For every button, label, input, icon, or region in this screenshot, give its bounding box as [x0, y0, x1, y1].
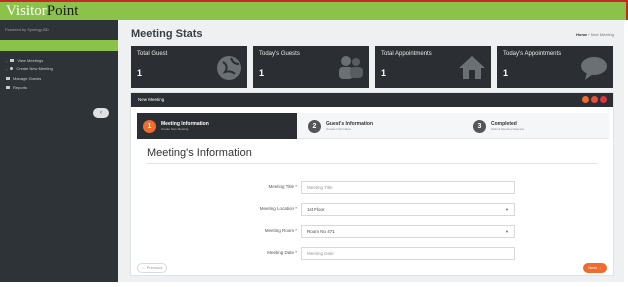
section-title: Meeting's Information	[147, 147, 252, 159]
step-subtitle: Submit Meeting Request	[491, 127, 524, 131]
sidebar-collapse-button[interactable]: ‹	[93, 108, 109, 118]
next-button[interactable]: Next →	[583, 263, 607, 273]
brand-name-part2: Point	[46, 3, 79, 19]
step-subtitle: Guests Information	[326, 127, 352, 131]
previous-button[interactable]: ← Previous	[137, 263, 167, 273]
stat-card-total-guest[interactable]: Total Guest 1	[131, 46, 247, 88]
sidebar-item-label: Create New Meeting	[16, 66, 53, 71]
bullet-dash: -	[6, 66, 8, 71]
globe-icon	[217, 56, 241, 80]
step-number: 2	[308, 119, 321, 133]
wizard-step-completed[interactable]: 3 Completed Submit Meeting Request	[467, 113, 607, 139]
panel-config-button[interactable]	[591, 96, 598, 103]
report-icon	[6, 86, 10, 89]
form-row-meeting-title: Meeting Title * Meeting Title	[131, 181, 615, 195]
meeting-date-input[interactable]: Meeting Date	[301, 247, 515, 260]
breadcrumb-home-link[interactable]: Home	[576, 32, 587, 37]
select-value: 1st Floor	[307, 207, 325, 212]
stat-card-total-appointments[interactable]: Total Appointments 1	[375, 46, 491, 88]
stat-label: Today's Guests	[259, 51, 300, 57]
chevron-down-icon: ▼	[505, 207, 509, 212]
meeting-title-input[interactable]: Meeting Title	[301, 181, 515, 194]
sidebar-item-reports[interactable]: Reports	[6, 85, 27, 90]
step-subtitle: Create New Meeting	[161, 127, 189, 131]
powered-by-text: Powered by Synergy-BD	[5, 27, 49, 32]
stat-label: Total Guest	[137, 51, 168, 57]
brand-logo[interactable]: VisitorPoint	[6, 3, 78, 20]
top-banner: VisitorPoint	[0, 0, 628, 20]
dot-icon	[10, 67, 14, 70]
stat-card-todays-appointments[interactable]: Today's Appointments 1	[497, 46, 613, 88]
select-value: Room No 471	[307, 229, 335, 234]
sidebar-item-label: View Meetings	[17, 58, 44, 63]
sidebar-item-view-meetings[interactable]: - View Meetings	[6, 58, 43, 63]
bottom-strip	[0, 282, 628, 287]
panel-collapse-button[interactable]	[582, 96, 589, 103]
meeting-location-select[interactable]: 1st Floor ▼	[301, 203, 515, 216]
chevron-down-icon: ▼	[505, 229, 509, 234]
wizard-step-meeting-info[interactable]: 1 Meeting Information Create New Meeting	[137, 113, 297, 139]
form-row-meeting-room: Meeting Room * Room No 471 ▼	[131, 225, 615, 239]
chat-icon	[581, 57, 607, 80]
panel-controls	[582, 96, 607, 103]
new-meeting-panel: New Meeting 1 Meeting Information Create…	[130, 92, 614, 276]
sidebar-item-create-meeting[interactable]: - Create New Meeting	[6, 66, 53, 71]
house-icon	[459, 56, 485, 79]
panel-header: New Meeting	[131, 93, 613, 107]
stat-card-todays-guests[interactable]: Today's Guests 1	[253, 46, 369, 88]
breadcrumb-separator: /	[588, 32, 590, 37]
page-title: Meeting Stats	[131, 28, 203, 40]
brand-name-part1: Visitor	[6, 3, 47, 19]
step-number: 1	[143, 119, 156, 133]
step-number: 3	[473, 119, 486, 133]
field-label: Meeting Location *	[259, 206, 297, 211]
stat-value: 1	[137, 68, 143, 78]
panel-close-button[interactable]	[600, 96, 607, 103]
breadcrumb-current: New Meeting	[590, 32, 614, 37]
form-row-meeting-date: Meeting Date * Meeting Date	[131, 247, 615, 261]
sidebar: Powered by Synergy-BD - View Meetings - …	[0, 20, 118, 282]
wizard-step-guest-info[interactable]: 2 Guest's Information Guests Information	[302, 113, 452, 139]
field-label: Meeting Title *	[268, 184, 297, 189]
section-divider	[147, 163, 597, 164]
sidebar-item-label: Manage Guests	[13, 76, 42, 81]
stat-value: 1	[381, 68, 387, 78]
sidebar-active-bar	[0, 40, 118, 51]
stat-label: Total Appointments	[381, 51, 432, 57]
field-label: Meeting Date *	[267, 250, 297, 255]
main-content: Meeting Stats Home / New Meeting Total G…	[118, 20, 624, 282]
stat-value: 1	[259, 68, 265, 78]
panel-title: New Meeting	[138, 97, 165, 102]
bullet-dash: -	[6, 58, 8, 63]
sidebar-item-label: Reports	[13, 85, 28, 90]
users-icon	[339, 56, 363, 79]
users-icon	[6, 77, 10, 80]
wizard-steps: 1 Meeting Information Create New Meeting…	[137, 113, 609, 139]
breadcrumb: Home / New Meeting	[576, 32, 614, 37]
grid-icon	[10, 59, 15, 62]
sidebar-item-manage-guests[interactable]: Manage Guests	[6, 76, 41, 81]
meeting-room-select[interactable]: Room No 471 ▼	[301, 225, 515, 238]
form-row-meeting-location: Meeting Location * 1st Floor ▼	[131, 203, 615, 217]
stat-value: 1	[503, 68, 509, 78]
field-label: Meeting Room *	[264, 228, 297, 233]
stat-label: Today's Appointments	[503, 51, 562, 57]
